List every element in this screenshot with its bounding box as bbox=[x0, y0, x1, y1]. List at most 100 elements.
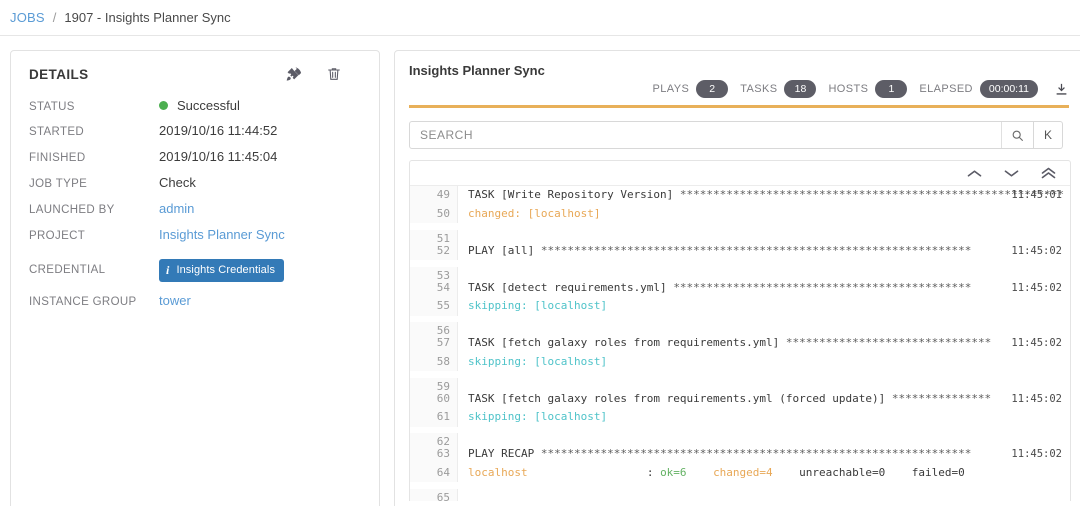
console-line-text bbox=[458, 316, 1070, 335]
search-icon[interactable] bbox=[1001, 122, 1033, 149]
relaunch-icon[interactable] bbox=[285, 65, 303, 83]
console-line: 64 localhost : ok=6 changed=4 unreachable… bbox=[410, 463, 1070, 483]
console-line-text bbox=[458, 482, 1070, 501]
search-box[interactable] bbox=[409, 121, 1034, 150]
console-line: 49 TASK [Write Repository Version] ******… bbox=[410, 186, 1070, 205]
info-icon: i bbox=[166, 262, 170, 277]
console-line-text: TASK [fetch galaxy roles from requiremen… bbox=[468, 336, 992, 350]
console-line: 57 TASK [fetch galaxy roles from requirem… bbox=[410, 334, 1070, 353]
console-line-text: changed: [localhost] bbox=[468, 206, 601, 220]
console-line-number: 52 bbox=[410, 241, 458, 261]
status-dot-icon bbox=[159, 101, 168, 111]
search-row: K bbox=[409, 121, 1080, 150]
detail-label-job-type: JOB TYPE bbox=[29, 178, 88, 190]
console-line: 54 TASK [detect requirements.yml] *******… bbox=[410, 278, 1070, 298]
output-panel: Insights Planner Sync PLAYS 2 TASKS 18 H… bbox=[394, 50, 1080, 506]
console-line-number: 64 bbox=[410, 463, 458, 483]
console-line-text: PLAY RECAP *****************************… bbox=[468, 447, 972, 461]
detail-label-status: STATUS bbox=[29, 101, 75, 113]
console-line-number: 61 bbox=[410, 408, 458, 427]
breadcrumb-jobs-link[interactable]: JOBS bbox=[10, 10, 45, 25]
detail-value-started: 2019/10/16 11:44:52 bbox=[159, 123, 278, 138]
console-line-timestamp: 11:45:02 bbox=[1011, 244, 1062, 257]
console-line: 59 bbox=[410, 371, 1070, 397]
console-line: 56 bbox=[410, 316, 1070, 341]
stat-plays-value: 2 bbox=[696, 80, 729, 99]
credential-badge-label: Insights Credentials bbox=[176, 264, 276, 276]
key-button[interactable]: K bbox=[1034, 121, 1064, 150]
console-line-text: skipping: [localhost] bbox=[468, 354, 608, 368]
console-line: 63 PLAY RECAP ***************************… bbox=[410, 445, 1070, 464]
console-line-text: localhost : ok=6 changed=4 unreachable=0… bbox=[468, 465, 965, 479]
console-line: 51 bbox=[410, 223, 1070, 249]
detail-label-instance-group: INSTANCE GROUP bbox=[29, 296, 137, 308]
credential-badge[interactable]: i Insights Credentials bbox=[159, 258, 285, 282]
details-panel: DETAILS STATUS Successful STARTED 2019/1… bbox=[10, 50, 380, 506]
console-line-text bbox=[458, 427, 1070, 446]
console-line-timestamp: 11:45:02 bbox=[1011, 448, 1062, 461]
console-line-text bbox=[458, 223, 1070, 242]
detail-value-finished: 2019/10/16 11:45:04 bbox=[159, 149, 278, 164]
console-line-text: skipping: [localhost] bbox=[468, 410, 608, 424]
page-body: DETAILS STATUS Successful STARTED 2019/1… bbox=[0, 36, 1080, 506]
console-line: 55 skipping: [localhost] bbox=[410, 297, 1070, 316]
detail-label-credential: CREDENTIAL bbox=[29, 264, 106, 276]
detail-row-credential: CREDENTIAL i Insights Credentials bbox=[29, 253, 361, 287]
console-line-text: PLAY [all] *****************************… bbox=[468, 243, 972, 257]
detail-label-launched-by: LAUNCHED BY bbox=[29, 204, 115, 216]
detail-row-instance-group: INSTANCE GROUP tower bbox=[29, 293, 361, 319]
console-line-timestamp: 11:45:02 bbox=[1011, 392, 1062, 405]
breadcrumb-separator: / bbox=[52, 10, 57, 25]
stat-plays-label: PLAYS bbox=[652, 83, 690, 96]
breadcrumb-current: 1907 - Insights Planner Sync bbox=[64, 10, 231, 25]
detail-row-started: STARTED 2019/10/16 11:44:52 bbox=[29, 123, 361, 149]
console-line-text bbox=[458, 371, 1070, 390]
console-line-number: 57 bbox=[410, 334, 458, 353]
console-line-number: 49 bbox=[410, 186, 458, 205]
detail-row-job-type: JOB TYPE Check bbox=[29, 175, 361, 201]
console-line-number: 55 bbox=[410, 297, 458, 316]
console-line: 62 bbox=[410, 427, 1070, 452]
console-output[interactable]: 49 TASK [Write Repository Version] ******… bbox=[410, 186, 1070, 501]
detail-label-finished: FINISHED bbox=[29, 152, 86, 164]
detail-row-status: STATUS Successful bbox=[29, 97, 361, 123]
console-line: 58 skipping: [localhost] bbox=[410, 352, 1070, 372]
scroll-down-icon[interactable] bbox=[1004, 168, 1019, 179]
accent-bar bbox=[409, 105, 1069, 109]
detail-value-project[interactable]: Insights Planner Sync bbox=[159, 227, 285, 242]
console-line: 61 skipping: [localhost] bbox=[410, 408, 1070, 427]
details-action-group bbox=[285, 65, 361, 83]
console-line-timestamp: 11:45:02 bbox=[1011, 281, 1062, 294]
stat-elapsed-label: ELAPSED bbox=[919, 83, 973, 96]
scroll-up-icon[interactable] bbox=[967, 168, 982, 179]
details-header: DETAILS bbox=[29, 65, 361, 83]
console-line-number: 50 bbox=[410, 204, 458, 224]
status-badge: Successful bbox=[159, 97, 240, 115]
breadcrumb: JOBS / 1907 - Insights Planner Sync bbox=[0, 0, 1080, 36]
console-line-text: TASK [detect requirements.yml] *********… bbox=[468, 280, 972, 294]
console-line-timestamp: 11:45:01 bbox=[1011, 189, 1062, 202]
console-line: 53 bbox=[410, 260, 1070, 286]
search-input[interactable] bbox=[410, 128, 1001, 143]
detail-row-finished: FINISHED 2019/10/16 11:45:04 bbox=[29, 149, 361, 175]
console-line-number: 65 bbox=[410, 488, 458, 501]
console-line-timestamp: 11:45:02 bbox=[1011, 337, 1062, 350]
console-line: 60 TASK [fetch galaxy roles from requirem… bbox=[410, 389, 1070, 409]
console-line-number: 58 bbox=[410, 352, 458, 372]
detail-value-job-type: Check bbox=[159, 175, 196, 190]
detail-value-launched-by[interactable]: admin bbox=[159, 201, 194, 216]
detail-label-project: PROJECT bbox=[29, 230, 86, 242]
detail-label-started: STARTED bbox=[29, 126, 85, 138]
delete-icon[interactable] bbox=[325, 65, 343, 83]
detail-value-instance-group[interactable]: tower bbox=[159, 293, 191, 308]
download-icon[interactable] bbox=[1054, 82, 1069, 97]
detail-row-project: PROJECT Insights Planner Sync bbox=[29, 227, 361, 253]
console-toolbar bbox=[410, 161, 1070, 187]
scroll-top-icon[interactable] bbox=[1041, 166, 1056, 180]
stat-tasks-label: TASKS bbox=[740, 83, 778, 96]
status-value: Successful bbox=[177, 98, 240, 113]
stat-elapsed-value: 00:00:11 bbox=[979, 80, 1038, 99]
console-line: 52 PLAY [all] ***************************… bbox=[410, 241, 1070, 261]
console-line-number: 63 bbox=[410, 445, 458, 464]
console-line-text bbox=[458, 260, 1070, 279]
